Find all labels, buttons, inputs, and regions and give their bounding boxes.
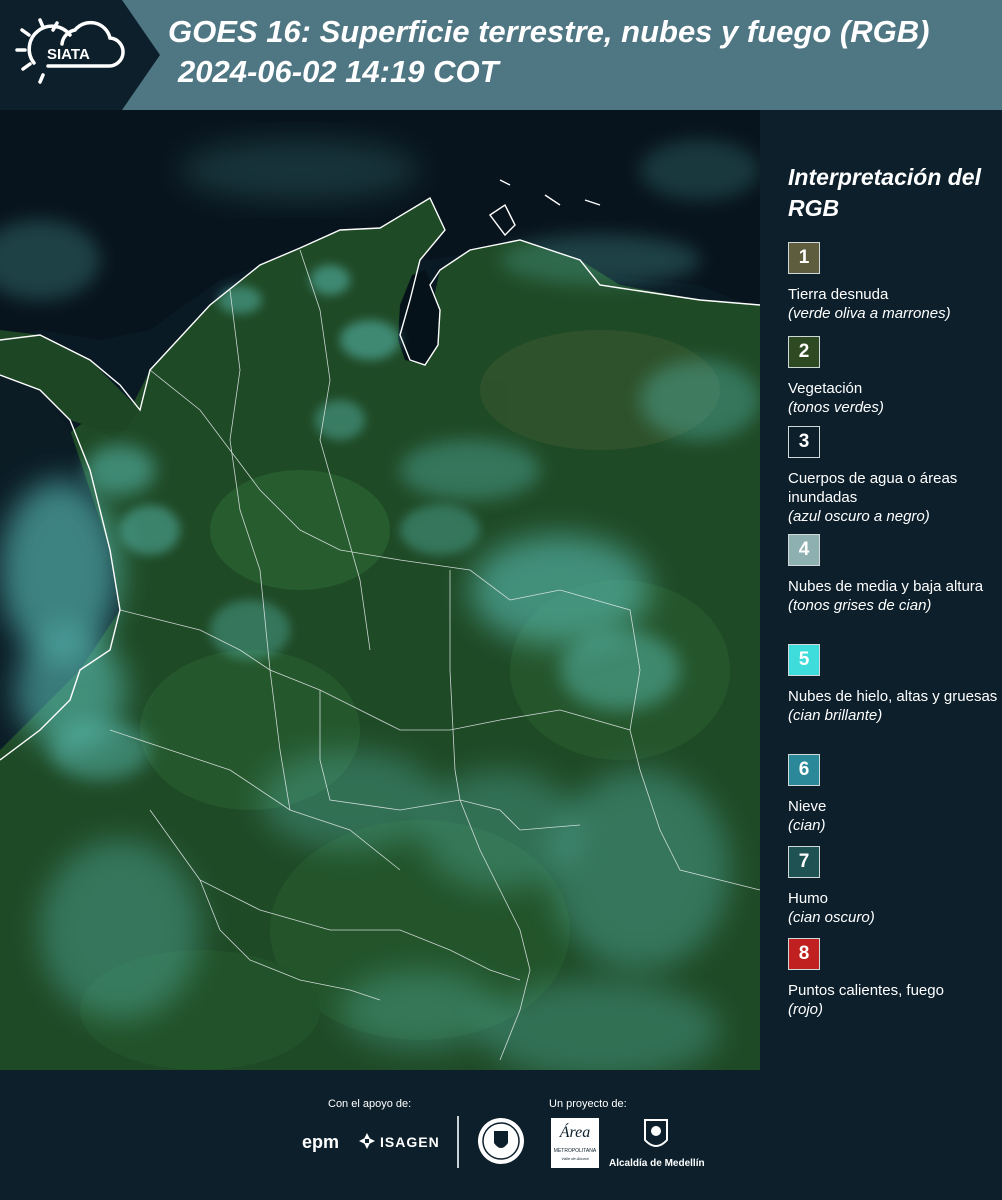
legend-label: Vegetación — [788, 380, 863, 397]
legend-item-2: 2 Vegetación (tonos verdes) — [788, 336, 998, 417]
legend-item-6: 6 Nieve (cian) — [788, 754, 998, 835]
legend-swatch: 2 — [788, 336, 820, 368]
legend-description: (tonos grises de cian) — [788, 597, 932, 614]
legend-description: (verde oliva a marrones) — [788, 305, 951, 322]
legend-description: (cian) — [788, 817, 826, 834]
legend-item-3: 3 Cuerpos de agua o áreas inundadas (azul … — [788, 426, 998, 526]
satellite-image-map[interactable] — [0, 110, 760, 1070]
isagen-logo: ISAGEN — [380, 1134, 440, 1150]
legend-item-7: 7 Humo (cian oscuro) — [788, 846, 998, 927]
legend-description: (cian oscuro) — [788, 909, 875, 926]
legend-swatch: 8 — [788, 938, 820, 970]
university-seal — [477, 1117, 525, 1165]
header-bar: SIATA GOES 16: Superficie terrestre, nub… — [0, 0, 1002, 110]
legend-swatch: 1 — [788, 242, 820, 274]
area-metropolitana-logo-subtitle: METROPOLITANA — [553, 1148, 597, 1154]
area-metropolitana-logo-name: Área — [559, 1124, 591, 1141]
legend-label: Nieve — [788, 798, 827, 815]
legend-label: Cuerpos de agua o áreas inundadas — [788, 470, 958, 506]
footer: Con el apoyo de: Un proyecto de: epm ISA… — [0, 1070, 1002, 1200]
legend-swatch: 3 — [788, 426, 820, 458]
legend-title: Interpretación del RGB — [788, 164, 981, 221]
legend-item-8: 8 Puntos calientes, fuego (rojo) — [788, 938, 998, 1019]
support-label: Con el apoyo de: — [328, 1098, 412, 1110]
legend-label: Nubes de media y baja altura — [788, 578, 984, 595]
legend-item-1: 1 Tierra desnuda (verde oliva a marrones) — [788, 242, 998, 323]
legend-description: (rojo) — [788, 1001, 824, 1018]
timestamp: 2024-06-02 14:19 COT — [178, 54, 499, 89]
siata-logo: SIATA — [0, 0, 160, 110]
legend-item-4: 4 Nubes de media y baja altura (tonos gris… — [788, 534, 998, 615]
project-label: Un proyecto de: — [549, 1098, 627, 1110]
medellin-shield-icon — [643, 1118, 669, 1154]
legend-label: Humo — [788, 890, 829, 907]
area-metropolitana-logo-region: Valle de Aburrá — [561, 1156, 589, 1161]
legend-label: Nubes de hielo, altas y gruesas — [788, 688, 998, 705]
page-title: GOES 16: Superficie terrestre, nubes y f… — [168, 14, 930, 49]
legend-swatch: 5 — [788, 644, 820, 676]
legend-item-5: 5 Nubes de hielo, altas y gruesas (cian br… — [788, 644, 998, 725]
legend-swatch: 6 — [788, 754, 820, 786]
siata-logo-text: SIATA — [47, 46, 90, 63]
footer-divider — [457, 1116, 459, 1168]
legend-description: (azul oscuro a negro) — [788, 508, 930, 525]
legend-swatch: 4 — [788, 534, 820, 566]
medellin-logo-text: Alcaldía de Medellín — [609, 1158, 705, 1169]
legend-description: (tonos verdes) — [788, 399, 884, 416]
legend-label: Puntos calientes, fuego — [788, 982, 944, 999]
legend-label: Tierra desnuda — [788, 286, 889, 303]
legend-swatch: 7 — [788, 846, 820, 878]
area-metropolitana-logo: Área METROPOLITANA Valle de Aburrá — [551, 1118, 599, 1168]
isagen-icon — [358, 1132, 376, 1150]
epm-logo: epm — [302, 1132, 340, 1152]
legend-description: (cian brillante) — [788, 707, 883, 724]
legend-panel: Interpretación del RGB 1 Tierra desnuda (v… — [760, 110, 1002, 1070]
